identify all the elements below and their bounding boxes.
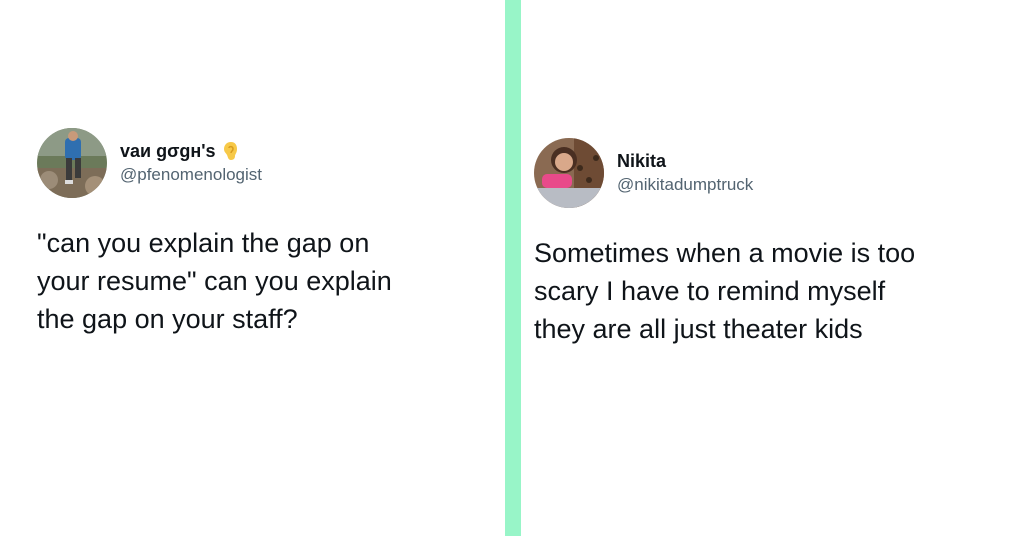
- right-tweet-panel: Nikita @nikitadumptruck Sometimes when a…: [521, 0, 1024, 536]
- handle[interactable]: @pfenomenologist: [120, 164, 262, 186]
- tweet-text-line: "can you explain the gap on: [37, 228, 370, 258]
- tweet-author: vaи gσgн's @pfenomenologist: [120, 140, 262, 186]
- tweet-text: Sometimes when a movie is too scary I ha…: [534, 234, 1004, 348]
- tweet-author: Nikita @nikitadumptruck: [617, 150, 753, 196]
- left-tweet-panel: vaи gσgн's @pfenomenologist "can you exp…: [0, 0, 505, 536]
- display-name[interactable]: Nikita: [617, 150, 753, 172]
- display-name-text[interactable]: Nikita: [617, 150, 666, 172]
- tweet-text: "can you explain the gap on your resume"…: [37, 224, 477, 338]
- tweet-text-line: scary I have to remind myself: [534, 276, 886, 306]
- tweet-text-line: the gap on your staff?: [37, 304, 298, 334]
- display-name[interactable]: vaи gσgн's: [120, 140, 262, 162]
- tweet-card-left[interactable]: vaи gσgн's @pfenomenologist "can you exp…: [37, 128, 477, 338]
- avatar[interactable]: [534, 138, 604, 208]
- handle[interactable]: @nikitadumptruck: [617, 174, 753, 196]
- tweet-text-line: they are all just theater kids: [534, 314, 863, 344]
- tweet-header: Nikita @nikitadumptruck: [534, 138, 1004, 208]
- tweet-text-line: your resume" can you explain: [37, 266, 392, 296]
- ear-emoji-icon: [222, 141, 240, 161]
- tweet-card-right[interactable]: Nikita @nikitadumptruck Sometimes when a…: [534, 138, 1004, 348]
- tweet-text-line: Sometimes when a movie is too: [534, 238, 916, 268]
- divider: [505, 0, 521, 536]
- display-name-text[interactable]: vaи gσgн's: [120, 140, 216, 162]
- avatar[interactable]: [37, 128, 107, 198]
- tweet-header: vaи gσgн's @pfenomenologist: [37, 128, 477, 198]
